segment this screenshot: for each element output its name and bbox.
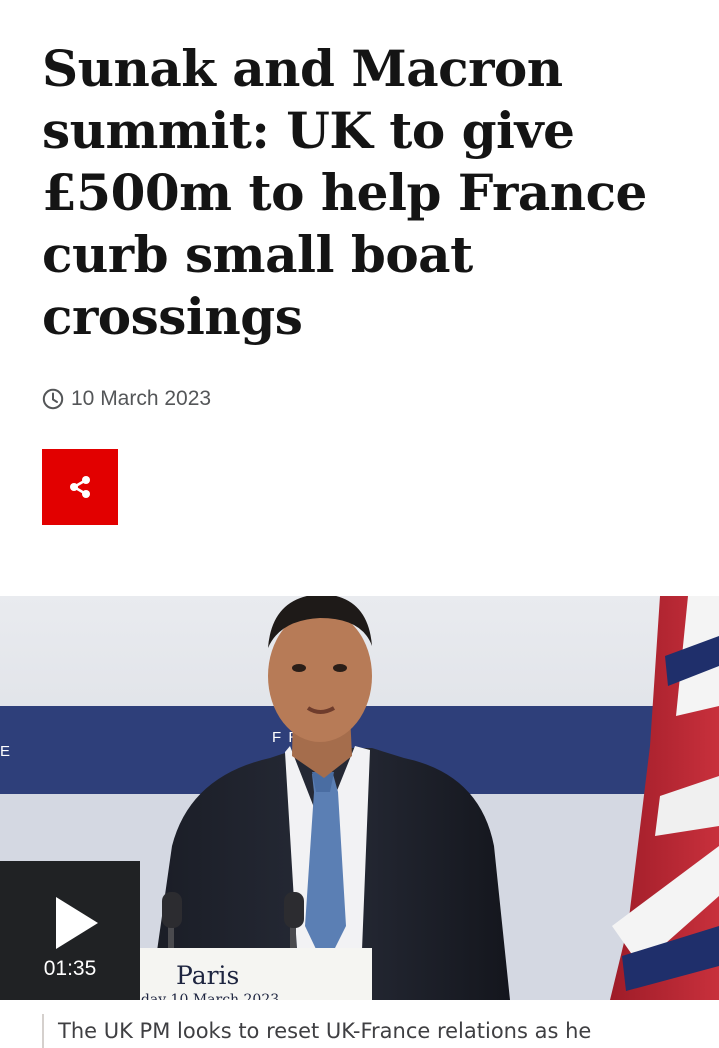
podium-label: Paris [176,961,239,990]
article-date: 10 March 2023 [71,387,212,410]
svg-text:E: E [0,743,10,760]
video-caption: The UK PM looks to reset UK-France relat… [42,1014,591,1048]
play-icon [56,897,98,949]
share-icon [70,476,90,498]
article-headline: Sunak and Macron summit: UK to give £500… [42,39,647,346]
share-button[interactable] [42,449,118,525]
podium-sublabel: Friday 10 March 2023 [120,992,279,1000]
clock-icon [42,388,64,410]
play-button[interactable]: 01:35 [0,861,140,1000]
video-duration: 01:35 [43,957,97,980]
article-dateline: 10 March 2023 [42,386,211,412]
